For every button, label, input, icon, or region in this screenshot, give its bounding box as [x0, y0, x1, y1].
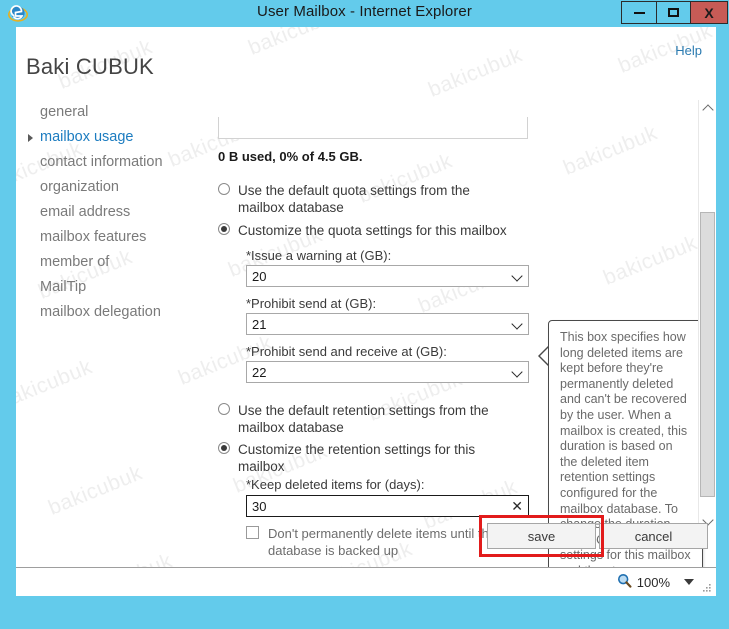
- mailbox-usage-form: 0 B used, 0% of 4.5 GB. Use the default …: [216, 100, 703, 596]
- keep-deleted-value: 30: [252, 499, 267, 514]
- ie-window: User Mailbox - Internet Explorer X bakic…: [0, 0, 729, 629]
- minimize-icon: [633, 11, 645, 14]
- chevron-up-icon: [701, 104, 714, 116]
- sidebar-item-label: email address: [40, 204, 131, 220]
- sidebar-nav: general mailbox usage contact informatio…: [28, 100, 213, 325]
- resize-grip-icon[interactable]: [701, 581, 713, 593]
- issue-warning-combobox[interactable]: 20: [246, 265, 529, 287]
- page-title: Baki CUBUK: [26, 54, 154, 79]
- field-label-prohibit-send-receive: *Prohibit send and receive at (GB):: [246, 344, 447, 359]
- sidebar-item-mailbox-delegation[interactable]: mailbox delegation: [28, 300, 213, 325]
- window-title: User Mailbox - Internet Explorer: [257, 3, 472, 20]
- maximize-button[interactable]: [656, 1, 691, 24]
- prohibit-send-receive-value: 22: [252, 365, 267, 380]
- radio-icon: [218, 403, 230, 415]
- keep-deleted-input[interactable]: 30 ✕: [246, 495, 529, 517]
- sidebar-item-mailbox-usage[interactable]: mailbox usage: [28, 125, 213, 150]
- prohibit-send-value: 21: [252, 317, 267, 332]
- radio-icon-selected: [218, 223, 230, 235]
- field-label-issue-warning: *Issue a warning at (GB):: [246, 248, 392, 263]
- scrollbar-thumb[interactable]: [700, 212, 715, 497]
- chevron-down-icon: [513, 272, 522, 281]
- sidebar-item-general[interactable]: general: [28, 100, 213, 125]
- title-bar: User Mailbox - Internet Explorer X: [0, 0, 729, 27]
- prohibit-send-receive-combobox[interactable]: 22: [246, 361, 529, 383]
- scroll-up-button[interactable]: [699, 100, 716, 117]
- minimize-button[interactable]: [621, 1, 657, 24]
- page-content: bakicubuk bakicubuk bakicubuk bakicubuk …: [16, 27, 716, 596]
- sidebar-item-mailbox-features[interactable]: mailbox features: [28, 225, 213, 250]
- sidebar-item-mailtip[interactable]: MailTip: [28, 275, 213, 300]
- sidebar-item-label: mailbox usage: [40, 129, 134, 145]
- radio-icon-selected: [218, 442, 230, 454]
- radio-custom-quota[interactable]: Customize the quota settings for this ma…: [218, 222, 538, 239]
- caret-down-icon[interactable]: [684, 579, 694, 585]
- prohibit-send-combobox[interactable]: 21: [246, 313, 529, 335]
- maximize-icon: [668, 8, 679, 17]
- magnifier-icon: [617, 573, 632, 591]
- sidebar-item-label: mailbox features: [40, 229, 147, 245]
- save-button[interactable]: save: [487, 523, 596, 549]
- radio-custom-retention[interactable]: Customize the retention settings for thi…: [218, 441, 478, 475]
- close-button[interactable]: X: [690, 1, 728, 24]
- chevron-down-icon: [513, 320, 522, 329]
- radio-label: Use the default quota settings from the …: [238, 183, 470, 215]
- quota-usage-bar: [218, 117, 528, 139]
- radio-label: Customize the retention settings for thi…: [238, 442, 476, 474]
- field-label-keep-deleted: *Keep deleted items for (days):: [246, 477, 425, 492]
- sidebar-item-email-address[interactable]: email address: [28, 200, 213, 225]
- issue-warning-value: 20: [252, 269, 267, 284]
- status-bar: 100%: [16, 567, 716, 596]
- radio-label: Use the default retention settings from …: [238, 403, 489, 435]
- field-label-prohibit-send: *Prohibit send at (GB):: [246, 296, 377, 311]
- radio-label: Customize the quota settings for this ma…: [238, 223, 507, 238]
- zoom-control[interactable]: 100%: [617, 573, 694, 591]
- sidebar-item-contact-information[interactable]: contact information: [28, 150, 213, 175]
- quota-usage-text: 0 B used, 0% of 4.5 GB.: [218, 149, 363, 164]
- sidebar-item-label: member of: [40, 254, 110, 270]
- form-actions: save cancel: [16, 515, 716, 564]
- sidebar-item-label: organization: [40, 179, 119, 195]
- caret-right-icon: [28, 134, 33, 142]
- clear-x-icon[interactable]: ✕: [511, 498, 523, 515]
- vertical-scrollbar[interactable]: [698, 100, 716, 530]
- help-link[interactable]: Help: [675, 43, 702, 58]
- sidebar-item-organization[interactable]: organization: [28, 175, 213, 200]
- radio-default-quota[interactable]: Use the default quota settings from the …: [218, 182, 508, 216]
- chevron-down-icon: [513, 368, 522, 377]
- radio-icon: [218, 183, 230, 195]
- sidebar-item-member-of[interactable]: member of: [28, 250, 213, 275]
- sidebar-item-label: general: [40, 104, 89, 120]
- zoom-level-label: 100%: [636, 574, 670, 590]
- sidebar-item-label: mailbox delegation: [40, 304, 161, 320]
- radio-default-retention[interactable]: Use the default retention settings from …: [218, 402, 528, 436]
- sidebar-item-label: contact information: [40, 154, 163, 170]
- sidebar-item-label: MailTip: [40, 279, 87, 295]
- cancel-button[interactable]: cancel: [599, 523, 708, 549]
